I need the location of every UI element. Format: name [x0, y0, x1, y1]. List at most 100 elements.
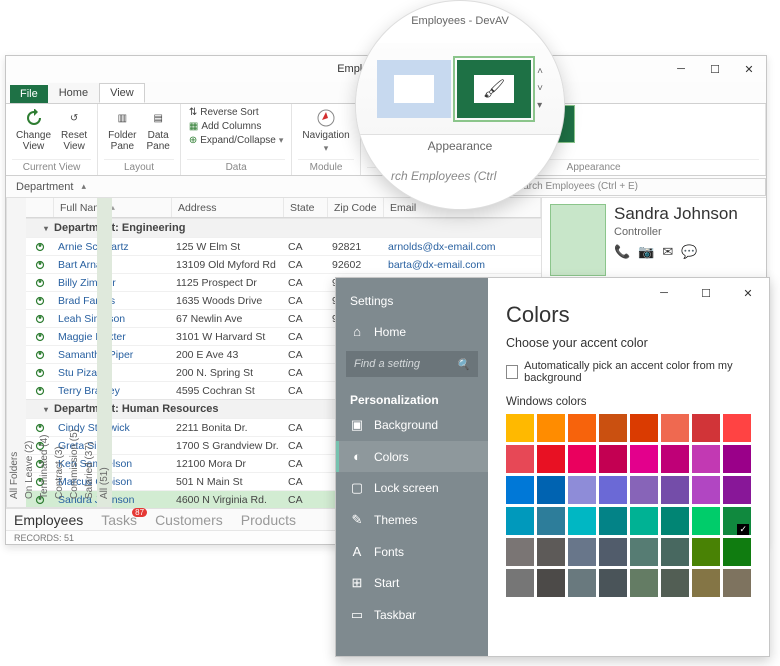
color-swatch[interactable] — [630, 507, 658, 535]
color-swatch[interactable] — [692, 414, 720, 442]
color-swatch[interactable] — [630, 414, 658, 442]
color-swatch[interactable] — [661, 507, 689, 535]
nav-taskbar[interactable]: ▭Taskbar — [336, 599, 488, 631]
color-swatch[interactable] — [599, 445, 627, 473]
vtab-allfolders[interactable]: All Folders — [7, 198, 22, 508]
color-swatch[interactable] — [630, 445, 658, 473]
reset-view-button[interactable]: ↺Reset View — [57, 106, 91, 154]
color-swatch[interactable] — [568, 414, 596, 442]
color-swatch[interactable] — [723, 538, 751, 566]
color-swatch[interactable] — [506, 507, 534, 535]
vtab-contract[interactable]: Contract (3) — [52, 198, 67, 508]
color-swatch[interactable] — [661, 445, 689, 473]
color-swatch[interactable] — [661, 414, 689, 442]
tab-file[interactable]: File — [10, 85, 48, 103]
color-swatch[interactable] — [692, 507, 720, 535]
color-swatch[interactable] — [537, 476, 565, 504]
nav-lockscreen[interactable]: ▢Lock screen — [336, 472, 488, 504]
phone-icon[interactable]: 📞 — [614, 244, 630, 260]
color-swatch[interactable] — [692, 476, 720, 504]
theme-current[interactable]: 🖌 — [457, 60, 531, 118]
nav-background[interactable]: ▣Background — [336, 409, 488, 441]
color-swatch[interactable] — [599, 507, 627, 535]
vtab-terminated[interactable]: Terminated (4) — [37, 198, 52, 508]
color-swatch[interactable] — [661, 569, 689, 597]
chevron-up-icon[interactable]: ˄ — [537, 66, 543, 77]
color-swatch[interactable] — [630, 538, 658, 566]
color-swatch[interactable] — [568, 445, 596, 473]
auto-accent-checkbox[interactable]: Automatically pick an accent color from … — [506, 360, 751, 384]
nav-themes[interactable]: ✎Themes — [336, 504, 488, 536]
video-icon[interactable]: 📷 — [638, 244, 654, 260]
mail-icon[interactable]: ✉ — [662, 244, 673, 260]
vtab-salaried[interactable]: Salaried (37) — [82, 198, 97, 508]
color-swatch[interactable] — [537, 414, 565, 442]
color-swatch[interactable] — [599, 414, 627, 442]
settings-maximize[interactable]: ☐ — [685, 278, 727, 308]
color-swatch[interactable] — [506, 414, 534, 442]
color-swatch[interactable] — [723, 414, 751, 442]
color-swatch[interactable] — [599, 569, 627, 597]
minimize-button[interactable]: ─ — [664, 56, 698, 82]
nav-colors[interactable]: ◐Colors — [336, 441, 488, 472]
tab-view[interactable]: View — [99, 83, 145, 103]
close-button[interactable]: ✕ — [732, 56, 766, 82]
find-setting-input[interactable]: Find a setting🔍 — [346, 351, 478, 377]
color-swatch[interactable] — [692, 569, 720, 597]
reverse-sort-button[interactable]: ⇅Reverse Sort — [187, 106, 286, 119]
home-icon: ⌂ — [350, 324, 364, 339]
color-swatch[interactable] — [537, 538, 565, 566]
btab-products[interactable]: Products — [241, 512, 296, 528]
color-swatch[interactable] — [661, 476, 689, 504]
dropdown-icon[interactable]: ▾ — [537, 100, 543, 111]
color-swatch[interactable] — [506, 569, 534, 597]
color-swatch[interactable] — [568, 476, 596, 504]
folder-pane-button[interactable]: ▥Folder Pane — [104, 106, 140, 154]
change-view-button[interactable]: Change View — [12, 106, 55, 154]
btab-employees[interactable]: Employees — [14, 512, 83, 528]
chevron-down-icon[interactable]: ˅ — [537, 83, 543, 94]
color-swatch[interactable] — [599, 538, 627, 566]
col-state[interactable]: State — [284, 198, 328, 217]
color-swatch[interactable] — [506, 538, 534, 566]
chat-icon[interactable]: 💬 — [681, 244, 697, 260]
col-address[interactable]: Address — [172, 198, 284, 217]
nav-fonts[interactable]: AFonts — [336, 536, 488, 567]
settings-minimize[interactable]: ─ — [643, 278, 685, 308]
btab-customers[interactable]: Customers — [155, 512, 223, 528]
tab-home[interactable]: Home — [48, 83, 99, 103]
color-swatch[interactable] — [723, 569, 751, 597]
color-swatch[interactable] — [506, 445, 534, 473]
maximize-button[interactable]: ☐ — [698, 56, 732, 82]
nav-start[interactable]: ⊞Start — [336, 567, 488, 599]
vtab-onleave[interactable]: On Leave (2) — [22, 198, 37, 508]
add-columns-button[interactable]: ▦Add Columns — [187, 120, 286, 133]
settings-close[interactable]: ✕ — [727, 278, 769, 308]
color-swatch[interactable] — [723, 445, 751, 473]
expand-collapse-button[interactable]: ⊕Expand/Collapse▾ — [187, 134, 286, 147]
compass-icon — [316, 108, 336, 128]
color-swatch[interactable] — [692, 538, 720, 566]
color-swatch[interactable] — [661, 538, 689, 566]
theme-prev[interactable] — [377, 60, 451, 118]
navigation-button[interactable]: Navigation▾ — [298, 106, 353, 156]
color-swatch[interactable] — [599, 476, 627, 504]
color-swatch[interactable] — [506, 476, 534, 504]
vtab-commission[interactable]: Commission (5) — [67, 198, 82, 508]
color-swatch[interactable] — [692, 445, 720, 473]
color-swatch[interactable] — [630, 476, 658, 504]
color-swatch[interactable] — [537, 445, 565, 473]
color-swatch[interactable] — [630, 569, 658, 597]
color-swatch[interactable] — [568, 569, 596, 597]
color-swatch[interactable] — [723, 507, 751, 535]
color-swatch[interactable] — [723, 476, 751, 504]
color-swatch[interactable] — [537, 507, 565, 535]
vtab-all[interactable]: All (51) — [97, 198, 112, 508]
chevron-up-icon[interactable]: ▴ — [81, 181, 86, 192]
color-swatch[interactable] — [568, 507, 596, 535]
btab-tasks[interactable]: Tasks87 — [101, 512, 137, 528]
color-swatch[interactable] — [537, 569, 565, 597]
data-pane-button[interactable]: ▤Data Pane — [143, 106, 174, 154]
nav-home[interactable]: ⌂Home — [336, 316, 488, 347]
color-swatch[interactable] — [568, 538, 596, 566]
